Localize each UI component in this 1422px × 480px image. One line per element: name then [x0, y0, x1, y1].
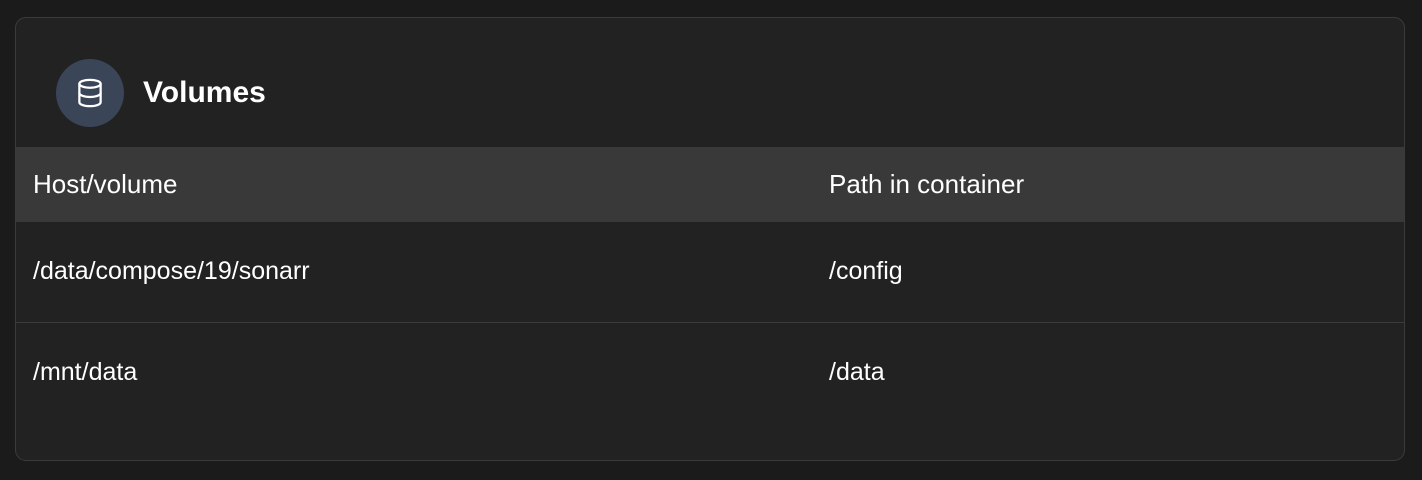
table-row: /mnt/data /data: [16, 321, 1404, 422]
database-icon: [56, 59, 124, 127]
column-header-path-in-container: Path in container: [829, 169, 1025, 199]
card-header: Volumes: [16, 18, 1404, 147]
container-path-cell: /config: [829, 257, 903, 286]
volumes-table: Host/volume Path in container /data/comp…: [16, 147, 1404, 422]
card-title: Volumes: [143, 76, 266, 109]
volumes-card: Volumes Host/volume Path in container /d…: [15, 17, 1405, 461]
host-volume-cell: /data/compose/19/sonarr: [33, 257, 310, 286]
column-header-host-volume: Host/volume: [33, 169, 178, 199]
table-row: /data/compose/19/sonarr /config: [16, 222, 1404, 322]
table-header-row: Host/volume Path in container: [16, 147, 1404, 222]
container-path-cell: /data: [812, 321, 1404, 422]
host-volume-cell: /mnt/data: [16, 321, 812, 422]
